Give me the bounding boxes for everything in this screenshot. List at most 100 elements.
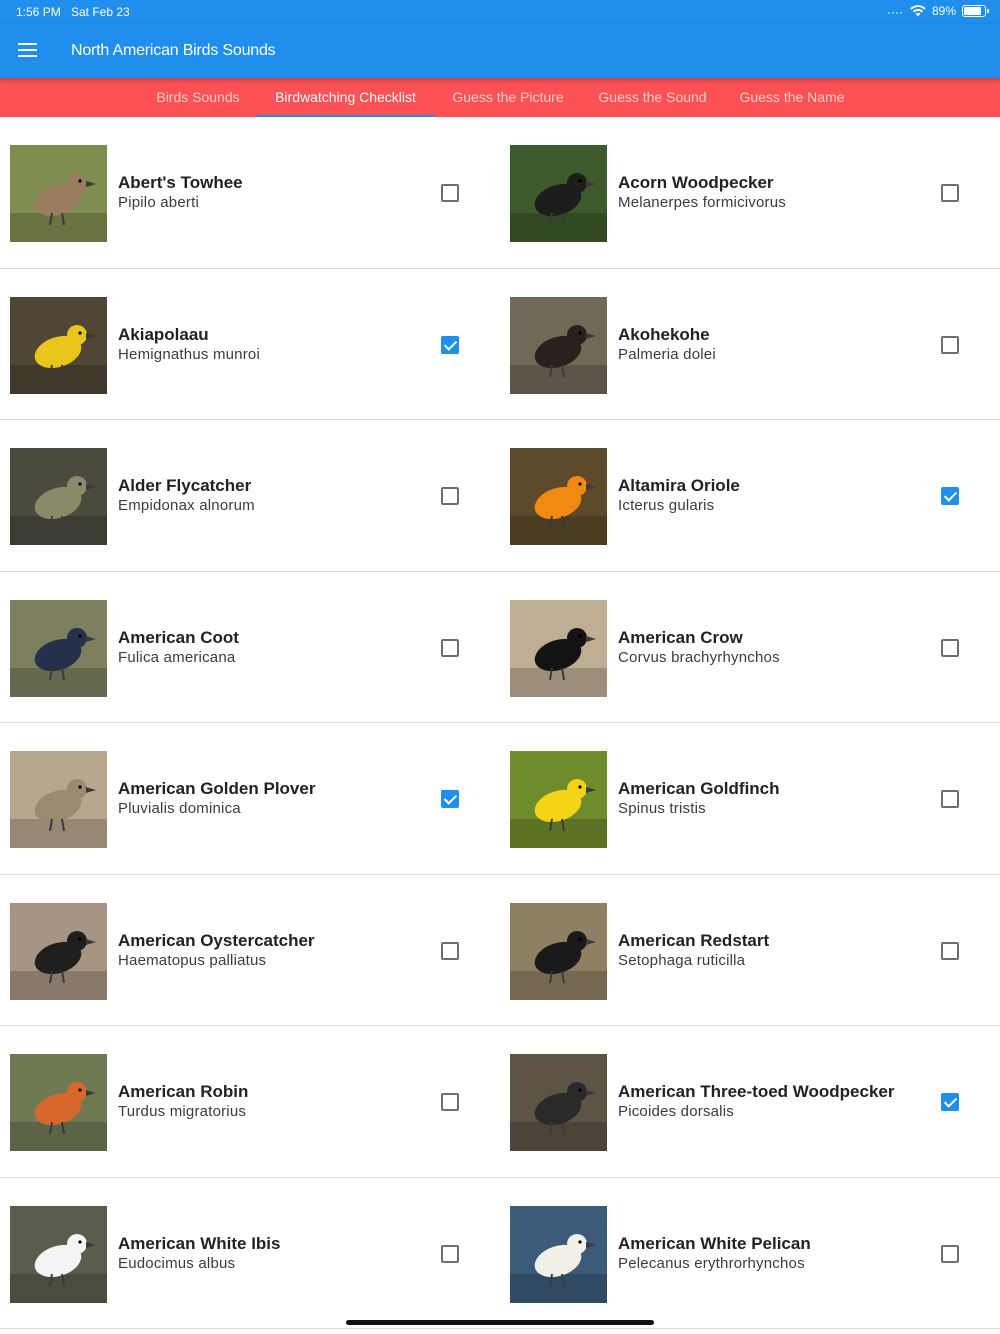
bird-common-name: American Golden Plover	[118, 779, 316, 798]
bird-common-name: Alder Flycatcher	[118, 476, 252, 495]
bird-common-name: Acorn Woodpecker	[618, 173, 774, 192]
bird-list-item[interactable]: American White Pelican Pelecanus erythror…	[500, 1178, 1000, 1329]
tab-guess-the-name[interactable]: Guess the Name	[729, 78, 855, 117]
redstart-photo	[510, 902, 607, 1000]
seen-checkbox[interactable]	[941, 1244, 959, 1263]
checklist-row: Alder Flycatcher Empidonax alnorum Altamir…	[0, 420, 1000, 572]
bird-scientific-name: Spinus tristis	[618, 800, 706, 817]
tab-bar: Birds Sounds Birdwatching Checklist Gues…	[0, 78, 1000, 117]
bird-common-name: Abert's Towhee	[118, 173, 243, 192]
bird-list-item[interactable]: Abert's Towhee Pipilo aberti	[0, 117, 500, 268]
checklist-row: American Robin Turdus migratorius American…	[0, 1026, 1000, 1178]
checklist-row: American White Ibis Eudocimus albus Americ…	[0, 1178, 1000, 1329]
bird-common-name: American Redstart	[618, 930, 770, 950]
bird-common-name: American Oystercatcher	[118, 930, 315, 950]
seen-checkbox[interactable]	[941, 638, 959, 657]
bird-names: Acorn Woodpecker Melanerpes formicivorus	[618, 173, 786, 212]
bird-names: American White Ibis Eudocimus albus	[118, 1234, 280, 1273]
bird-list-item[interactable]: American Goldfinch Spinus tristis	[500, 723, 1000, 874]
checklist-row: American Golden Plover Pluvialis dominica…	[0, 723, 1000, 875]
seen-checkbox[interactable]	[941, 941, 959, 960]
bird-list-item[interactable]: Acorn Woodpecker Melanerpes formicivorus	[500, 117, 1000, 268]
bird-names: American Redstart Setophaga ruticilla	[618, 931, 769, 970]
bird-scientific-name: Picoides dorsalis	[618, 1103, 734, 1120]
bird-list-item[interactable]: American Robin Turdus migratorius	[0, 1026, 500, 1177]
tab-birdwatching-checklist[interactable]: Birdwatching Checklist	[256, 78, 435, 117]
bird-scientific-name: Empidonax alnorum	[118, 497, 255, 514]
bird-common-name: Akiapolaau	[118, 324, 209, 344]
robin-photo	[10, 1054, 107, 1151]
bird-common-name: Altamira Oriole	[618, 476, 740, 495]
bird-common-name: American Crow	[618, 627, 743, 647]
bird-scientific-name: Hemignathus munroi	[118, 345, 260, 363]
flycatcher-photo	[10, 448, 107, 545]
bird-list-item[interactable]: American Golden Plover Pluvialis dominica	[0, 723, 500, 874]
bird-names: American Oystercatcher Haematopus palliat…	[118, 931, 315, 970]
tab-guess-the-picture[interactable]: Guess the Picture	[441, 78, 575, 117]
home-indicator[interactable]	[346, 1320, 654, 1325]
bird-checklist: Abert's Towhee Pipilo aberti Acorn Woodpec…	[0, 117, 1000, 1329]
battery-icon	[962, 5, 989, 17]
ibis-photo	[10, 1205, 107, 1303]
status-time: 1:56 PM	[16, 5, 61, 19]
bird-list-item[interactable]: American Redstart Setophaga ruticilla	[500, 875, 1000, 1026]
seen-checkbox[interactable]	[941, 487, 959, 505]
seen-checkbox[interactable]	[441, 184, 459, 202]
brown-songbird-photo	[10, 145, 107, 242]
bird-scientific-name: Pluvialis dominica	[118, 800, 241, 817]
seen-checkbox[interactable]	[941, 184, 959, 202]
status-date: Sat Feb 23	[71, 5, 130, 19]
bird-names: American Golden Plover Pluvialis dominica	[118, 779, 315, 818]
checklist-row: Akiapolaau Hemignathus munroi Akohekohe Pal…	[0, 269, 1000, 420]
bird-list-item[interactable]: American Crow Corvus brachyrhynchos	[500, 572, 1000, 723]
seen-checkbox[interactable]	[441, 1093, 459, 1111]
bird-list-item[interactable]: Alder Flycatcher Empidonax alnorum	[0, 420, 500, 571]
yellow-bird-photo	[10, 296, 107, 394]
battery-percent: 89%	[931, 4, 956, 18]
bird-common-name: American Coot	[118, 627, 239, 647]
bird-list-item[interactable]: American Three-toed Woodpecker Picoides d…	[500, 1026, 1000, 1177]
bird-list-item[interactable]: American Coot Fulica americana	[0, 572, 500, 723]
seen-checkbox[interactable]	[941, 1093, 959, 1111]
seen-checkbox[interactable]	[941, 790, 959, 808]
bird-scientific-name: Melanerpes formicivorus	[618, 194, 786, 211]
bird-scientific-name: Palmeria dolei	[618, 345, 716, 363]
bird-common-name: American Three-toed Woodpecker	[618, 1082, 895, 1101]
bird-list-item[interactable]: American Oystercatcher Haematopus palliat…	[0, 875, 500, 1026]
goldfinch-photo	[510, 751, 607, 848]
hamburger-menu-icon[interactable]	[18, 43, 37, 59]
bird-list-item[interactable]: Altamira Oriole Icterus gularis	[500, 420, 1000, 571]
checklist-row: Abert's Towhee Pipilo aberti Acorn Woodpec…	[0, 117, 1000, 269]
dark-crested-bird-photo	[510, 296, 607, 394]
bird-common-name: American Goldfinch	[618, 779, 780, 798]
bird-scientific-name: Eudocimus albus	[118, 1254, 236, 1272]
bird-scientific-name: Haematopus palliatus	[118, 951, 267, 969]
bird-common-name: American White Ibis	[118, 1233, 281, 1253]
bird-names: Akohekohe Palmeria dolei	[618, 325, 716, 364]
cellular-dots-icon	[887, 12, 904, 16]
seen-checkbox[interactable]	[441, 790, 459, 808]
crow-photo	[510, 599, 607, 697]
tab-birds-sounds[interactable]: Birds Sounds	[146, 78, 250, 117]
bird-scientific-name: Pelecanus erythrorhynchos	[618, 1254, 805, 1272]
bird-scientific-name: Setophaga ruticilla	[618, 951, 746, 969]
seen-checkbox[interactable]	[941, 335, 959, 354]
three-toed-woodpecker-photo	[510, 1054, 607, 1151]
seen-checkbox[interactable]	[441, 335, 459, 354]
bird-common-name: Akohekohe	[618, 324, 710, 344]
tab-guess-the-sound[interactable]: Guess the Sound	[587, 78, 718, 117]
bird-list-item[interactable]: American White Ibis Eudocimus albus	[0, 1178, 500, 1329]
bird-names: American Coot Fulica americana	[118, 628, 239, 667]
bird-names: American Goldfinch Spinus tristis	[618, 779, 780, 818]
seen-checkbox[interactable]	[441, 487, 459, 505]
seen-checkbox[interactable]	[441, 941, 459, 960]
seen-checkbox[interactable]	[441, 638, 459, 657]
bird-list-item[interactable]: Akiapolaau Hemignathus munroi	[0, 269, 500, 420]
oystercatcher-photo	[10, 902, 107, 1000]
app-title: North American Birds Sounds	[71, 42, 276, 59]
seen-checkbox[interactable]	[441, 1244, 459, 1263]
bird-names: Akiapolaau Hemignathus munroi	[118, 325, 260, 364]
bird-list-item[interactable]: Akohekohe Palmeria dolei	[500, 269, 1000, 420]
bird-scientific-name: Corvus brachyrhynchos	[618, 648, 780, 666]
coot-photo	[10, 599, 107, 697]
